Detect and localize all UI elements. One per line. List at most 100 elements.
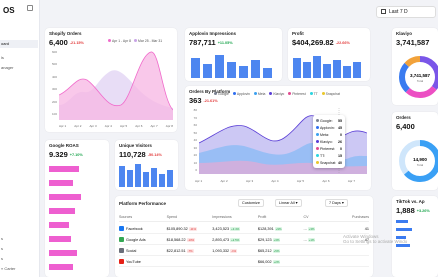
tooltip-dot	[316, 153, 319, 157]
imp-delta: -1%	[230, 248, 238, 253]
profit-delta: +3%	[272, 237, 281, 242]
shopify-number: 6,400	[49, 38, 68, 47]
bar	[203, 64, 212, 78]
row-spend: $22,812.51 -7%	[166, 248, 213, 253]
bar	[135, 164, 141, 187]
sidebar-item-manager[interactable]: anager	[1, 65, 13, 70]
sidebar-item-2[interactable]: ls	[1, 55, 4, 60]
spend-value: $22,812.51	[166, 248, 186, 253]
legend-item: Klaviyo	[273, 92, 285, 96]
klaviyo-donut: 3,741,587 Total	[399, 56, 438, 98]
range-label: 7 Days	[329, 201, 341, 205]
profit-bars	[293, 56, 361, 78]
customize-button[interactable]: Customize	[238, 199, 264, 207]
bar	[167, 170, 173, 187]
x-tick: Apr 3	[245, 179, 254, 183]
y-tick: 70	[193, 115, 197, 120]
tooltip-series: Applovin:	[316, 125, 335, 130]
x-tick: Apr 2	[220, 179, 228, 183]
table-row[interactable]: YouTube $66,002 +2%	[119, 257, 369, 267]
y-tick: 40	[193, 138, 197, 142]
sidebar-collapse-icon[interactable]	[27, 5, 33, 11]
mode-select[interactable]: Linear All ▾	[275, 199, 302, 207]
row-profit: $66,002 +2%	[258, 259, 304, 264]
klaviyo-card: Klaviyo 3,741,587 3,741,587 Total	[392, 28, 438, 105]
y-tick: 400	[51, 74, 57, 79]
header-sources[interactable]: Sources	[119, 215, 167, 219]
cv-value: ...	[303, 226, 307, 231]
applovin-card: Applovin Impressions 787,711 +11.05%	[185, 28, 282, 81]
sidebar-user[interactable]: « Carter	[1, 266, 15, 271]
profit-delta: +2%	[272, 259, 281, 264]
tooltip-dot	[316, 160, 319, 164]
platform-number: 363	[189, 96, 202, 105]
tooltip-value: 0	[340, 146, 342, 151]
y-tick: 80	[193, 108, 197, 112]
platform-performance-card: Platform Performance Customize Linear Al…	[115, 196, 373, 277]
windows-watermark: Activate Windows Go to Settings to activa…	[343, 234, 407, 244]
shopify-delta: -21.15%	[69, 41, 84, 45]
spend-value: $18,568.22	[166, 237, 186, 242]
x-tick: Apr 7	[347, 179, 355, 183]
date-range-label: Last 7 D	[389, 9, 408, 15]
visitors-title: Unique Visitors	[119, 143, 152, 148]
profit-value: $128,391	[257, 226, 274, 231]
y-tick: 10	[193, 160, 197, 165]
row-profit: $65,212 +5%	[257, 248, 304, 253]
legend-item: Snapchat	[325, 92, 340, 96]
tooltip-name: Google	[320, 118, 332, 123]
tooltip-value: 0	[340, 132, 342, 137]
table-row[interactable]: Google Ads $18,568.22 -10% 2,893,473 +2.5%…	[119, 235, 369, 245]
orders-title: Orders	[396, 115, 411, 120]
source-name: Social	[126, 248, 137, 253]
bar	[49, 166, 79, 172]
imp-value: 1,093,332	[212, 248, 230, 253]
sidebar-item-4[interactable]: s	[1, 236, 3, 241]
date-range-selector[interactable]: Last 7 D	[376, 6, 436, 18]
visitors-value: 110,728 -50.14%	[119, 150, 162, 159]
bar	[143, 172, 149, 187]
header-profit[interactable]: Profit	[258, 215, 304, 219]
header-cv[interactable]: CV	[304, 215, 348, 219]
bar	[323, 64, 331, 78]
imp-delta: +3.4%	[230, 226, 241, 231]
y-tick: 50	[193, 130, 197, 135]
donut-center-label: Total	[417, 79, 424, 83]
x-tick: Apr 3	[89, 124, 97, 128]
x-tick: Apr 4	[104, 124, 112, 128]
google-roas-card: Google ROAS 9.329 +7.10%	[45, 140, 109, 277]
bar	[396, 244, 410, 247]
bar	[313, 56, 321, 78]
range-select[interactable]: 7 Days ▾	[325, 199, 348, 207]
profit-delta: +9%	[274, 226, 283, 231]
y-tick: 300	[51, 87, 57, 92]
row-profit: $128,391 +9%	[257, 226, 304, 231]
table-row[interactable]: Social $22,812.51 -7% 1,093,332 -1% $65,21…	[119, 246, 369, 256]
tooltip-name: Applovin	[320, 125, 334, 130]
y-tick: 500	[51, 62, 57, 67]
legend-dot	[321, 92, 325, 95]
bar	[343, 66, 351, 78]
donut-center-value: 3,741,587	[410, 73, 431, 78]
sidebar-item-6[interactable]: s	[1, 256, 3, 261]
header-impressions[interactable]: Impressions	[212, 215, 258, 219]
tooltip-dot	[316, 132, 319, 136]
profit-value: $65,212	[257, 248, 272, 253]
header-spend[interactable]: Spend	[167, 215, 213, 219]
profit-value: $404,269.82 -22.66%	[292, 38, 350, 47]
tooltip-value: 45	[338, 125, 342, 130]
platform-y-axis: 80 70 60 50 40 30 20 10 0	[185, 108, 197, 172]
x-tick: Apr 8	[165, 124, 173, 128]
sidebar-item-5[interactable]: s	[1, 246, 3, 251]
google-ads-icon	[119, 237, 124, 242]
tooltip-series: TT:	[316, 153, 325, 158]
row-impressions: 1,093,332 -1%	[212, 248, 258, 253]
tooltip-series: Klaviyo:	[316, 139, 333, 144]
roas-number: 9.329	[49, 150, 68, 159]
table-row[interactable]: Facebook $105,890.32 -11% 3,423,523 +3.4% …	[119, 224, 369, 234]
purchases-value: 41	[364, 226, 370, 231]
bar	[303, 62, 311, 78]
sidebar-item-dashboard[interactable]: oard	[0, 40, 38, 48]
header-purchases[interactable]: Purchases	[347, 215, 369, 219]
applovin-bars	[191, 55, 272, 78]
